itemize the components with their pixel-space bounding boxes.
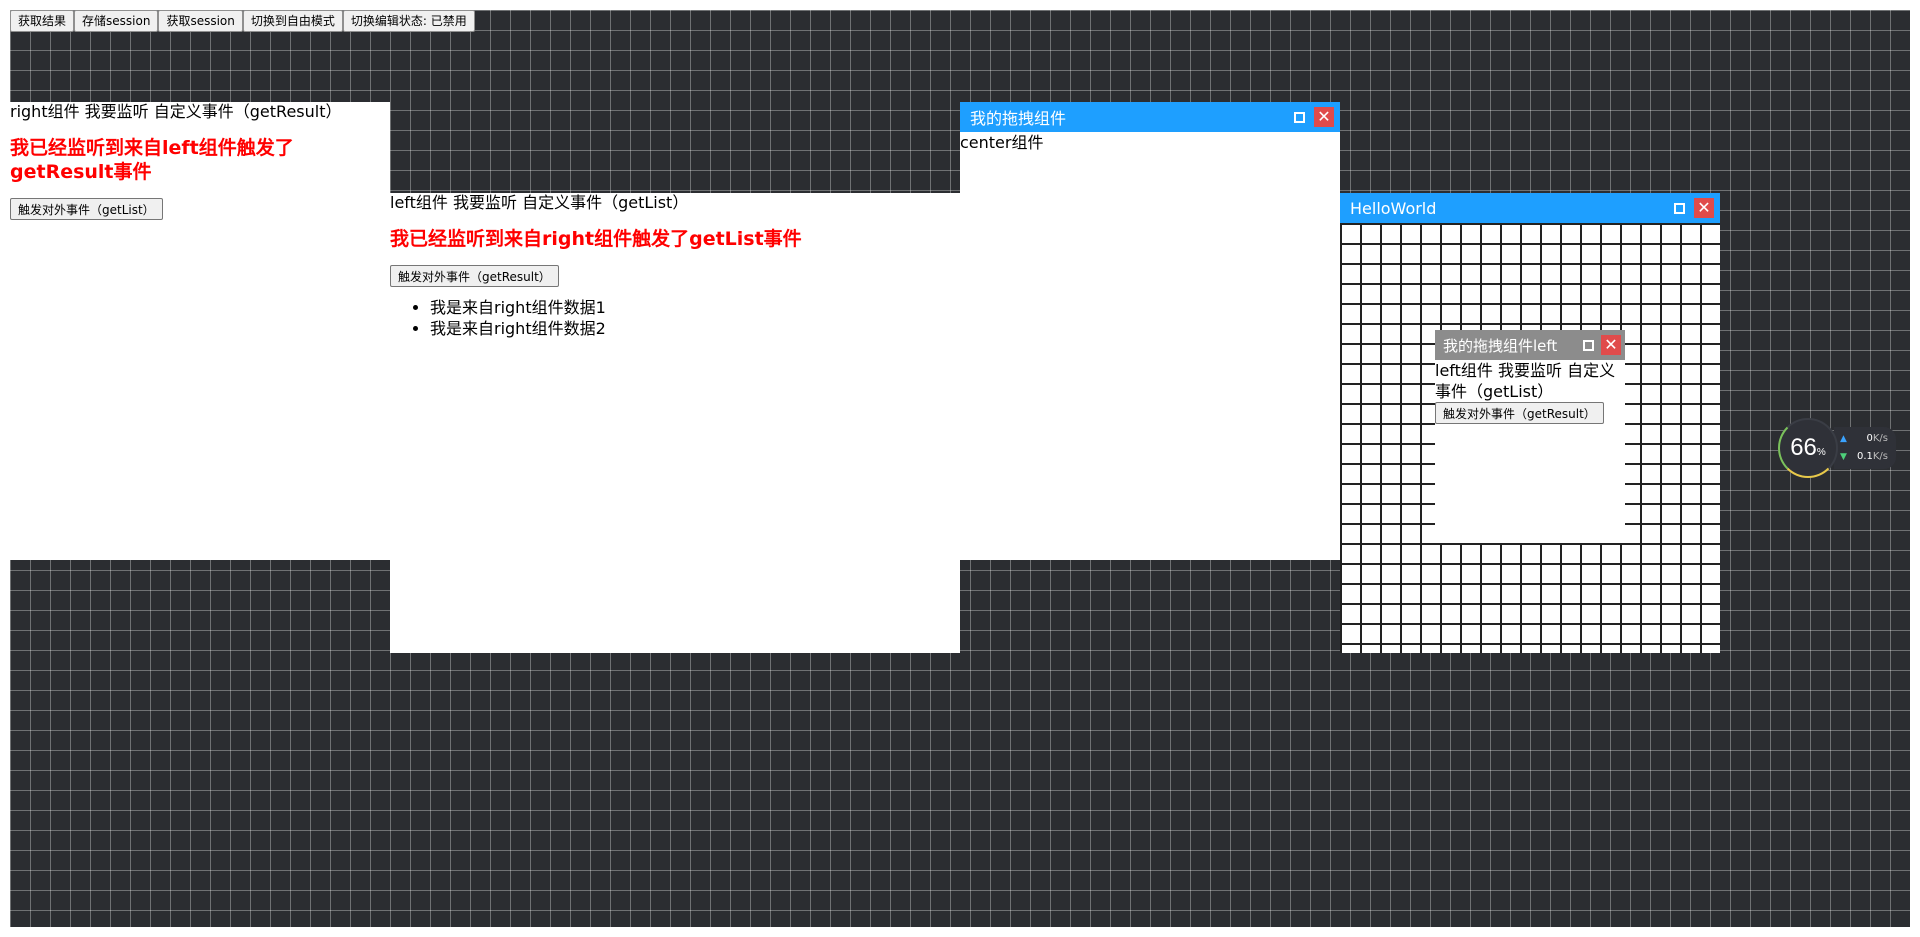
right-panel-heading: right组件 我要监听 自定义事件（getResult） — [10, 102, 342, 121]
save-session-button[interactable]: 存储session — [74, 10, 159, 32]
center-window-header[interactable]: 我的拖拽组件 ✕ — [960, 102, 1340, 132]
close-icon[interactable]: ✕ — [1314, 107, 1334, 127]
right-component-panel[interactable]: right组件 我要监听 自定义事件（getResult） 我已经监听到来自le… — [10, 102, 390, 560]
data-list: 我是来自right组件数据1 我是来自right组件数据2 — [390, 297, 960, 339]
toggle-edit-state-button[interactable]: 切换编辑状态: 已禁用 — [342, 10, 475, 32]
network-speed-widget[interactable]: 66% ▲ 0K/s ▼ 0.1K/s — [1778, 418, 1896, 478]
download-unit: K/s — [1872, 451, 1888, 462]
download-rate: 0.1 — [1856, 451, 1873, 462]
close-icon[interactable]: ✕ — [1694, 198, 1714, 218]
nested-window-header[interactable]: 我的拖拽组件left ✕ — [1435, 330, 1625, 360]
list-item: 我是来自right组件数据2 — [430, 318, 960, 339]
nested-window-title: 我的拖拽组件left — [1443, 336, 1558, 355]
center-window[interactable]: 我的拖拽组件 ✕ center组件 — [960, 102, 1340, 560]
upload-arrow-icon: ▲ — [1840, 434, 1847, 444]
left-panel-heading: left组件 我要监听 自定义事件（getList） — [390, 193, 689, 212]
left-panel-alert: 我已经监听到来自right组件触发了getList事件 — [390, 228, 802, 250]
get-session-button[interactable]: 获取session — [158, 10, 243, 32]
nested-trigger-getresult-button[interactable]: 触发对外事件（getResult） — [1435, 402, 1604, 424]
trigger-getlist-button[interactable]: 触发对外事件（getList） — [10, 198, 163, 220]
maximize-icon[interactable] — [1290, 108, 1308, 126]
helloworld-window-header[interactable]: HelloWorld ✕ — [1340, 193, 1720, 223]
nested-left-window[interactable]: 我的拖拽组件left ✕ left组件 我要监听 自定义事件（getList） … — [1435, 330, 1625, 543]
gauge-ring — [1778, 418, 1838, 478]
list-item: 我是来自right组件数据1 — [430, 297, 960, 318]
toolbar: 获取结果 存储session 获取session 切换到自由模式 切换编辑状态:… — [10, 10, 475, 32]
nested-window-heading: left组件 我要监听 自定义事件（getList） — [1435, 361, 1616, 401]
helloworld-window[interactable]: HelloWorld ✕ 我的拖拽组件left ✕ left组件 我要监听 自定… — [1340, 193, 1720, 653]
maximize-icon[interactable] — [1579, 336, 1597, 354]
center-window-body: center组件 — [960, 133, 1044, 152]
net-rates: ▲ 0K/s ▼ 0.1K/s — [1834, 427, 1896, 469]
get-result-button[interactable]: 获取结果 — [10, 10, 75, 32]
usage-gauge: 66% — [1778, 418, 1838, 478]
trigger-getresult-button[interactable]: 触发对外事件（getResult） — [390, 265, 559, 287]
left-component-panel[interactable]: left组件 我要监听 自定义事件（getList） 我已经监听到来自right… — [390, 193, 960, 653]
upload-unit: K/s — [1872, 433, 1888, 444]
close-icon[interactable]: ✕ — [1601, 335, 1621, 355]
helloworld-window-title: HelloWorld — [1350, 198, 1437, 218]
right-panel-alert: 我已经监听到来自left组件触发了getResult事件 — [10, 137, 294, 183]
maximize-icon[interactable] — [1670, 199, 1688, 217]
switch-free-mode-button[interactable]: 切换到自由模式 — [242, 10, 343, 32]
center-window-title: 我的拖拽组件 — [970, 109, 1067, 128]
download-arrow-icon: ▼ — [1840, 452, 1847, 462]
